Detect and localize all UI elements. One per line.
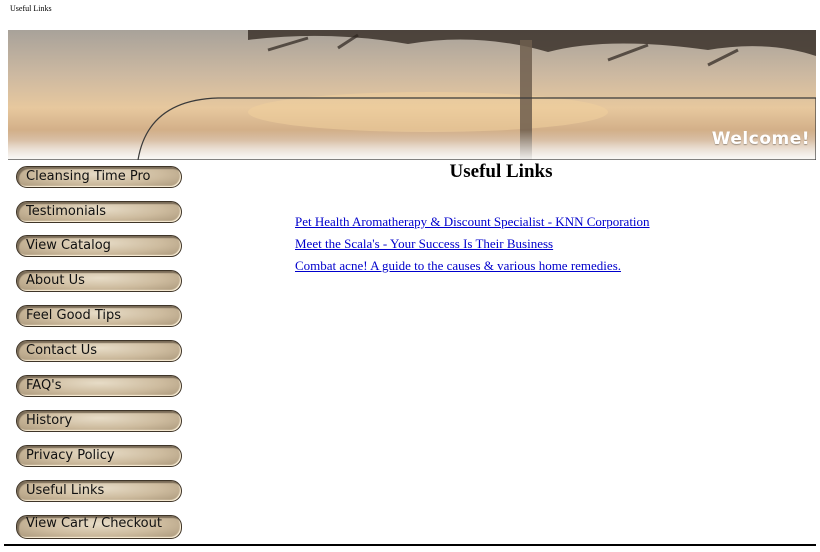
header-banner: Welcome! <box>8 30 816 160</box>
page-tab-title: Useful Links <box>10 4 52 13</box>
link-combat-acne[interactable]: Combat acne! A guide to the causes & var… <box>295 256 695 276</box>
link-meet-the-scalas[interactable]: Meet the Scala's - Your Success Is Their… <box>295 234 695 254</box>
sidebar-item-faqs[interactable]: FAQ's <box>16 375 182 397</box>
welcome-banner-text: Welcome! <box>711 129 810 149</box>
sidebar-item-testimonials[interactable]: Testimonials <box>16 201 182 223</box>
page-title: Useful Links <box>449 161 553 182</box>
sunset-palm-banner-image <box>8 30 816 160</box>
sidebar-item-history[interactable]: History <box>16 410 182 432</box>
sidebar-item-about-us[interactable]: About Us <box>16 270 182 292</box>
footer-divider <box>4 544 816 546</box>
sidebar-item-useful-links[interactable]: Useful Links <box>16 480 182 502</box>
sidebar-item-feel-good-tips[interactable]: Feel Good Tips <box>16 305 182 327</box>
sidebar-item-view-cart-checkout[interactable]: View Cart / Checkout <box>16 515 182 539</box>
link-pet-health-aromatherapy[interactable]: Pet Health Aromatherapy & Discount Speci… <box>295 212 695 232</box>
sidebar-item-cleansing-time-pro[interactable]: Cleansing Time Pro <box>16 166 182 188</box>
sidebar-item-view-catalog[interactable]: View Catalog <box>16 235 182 257</box>
sidebar-nav: Cleansing Time Pro Testimonials View Cat… <box>16 166 184 552</box>
sidebar-item-privacy-policy[interactable]: Privacy Policy <box>16 445 182 467</box>
sidebar-item-contact-us[interactable]: Contact Us <box>16 340 182 362</box>
useful-links-list: Pet Health Aromatherapy & Discount Speci… <box>295 212 695 278</box>
